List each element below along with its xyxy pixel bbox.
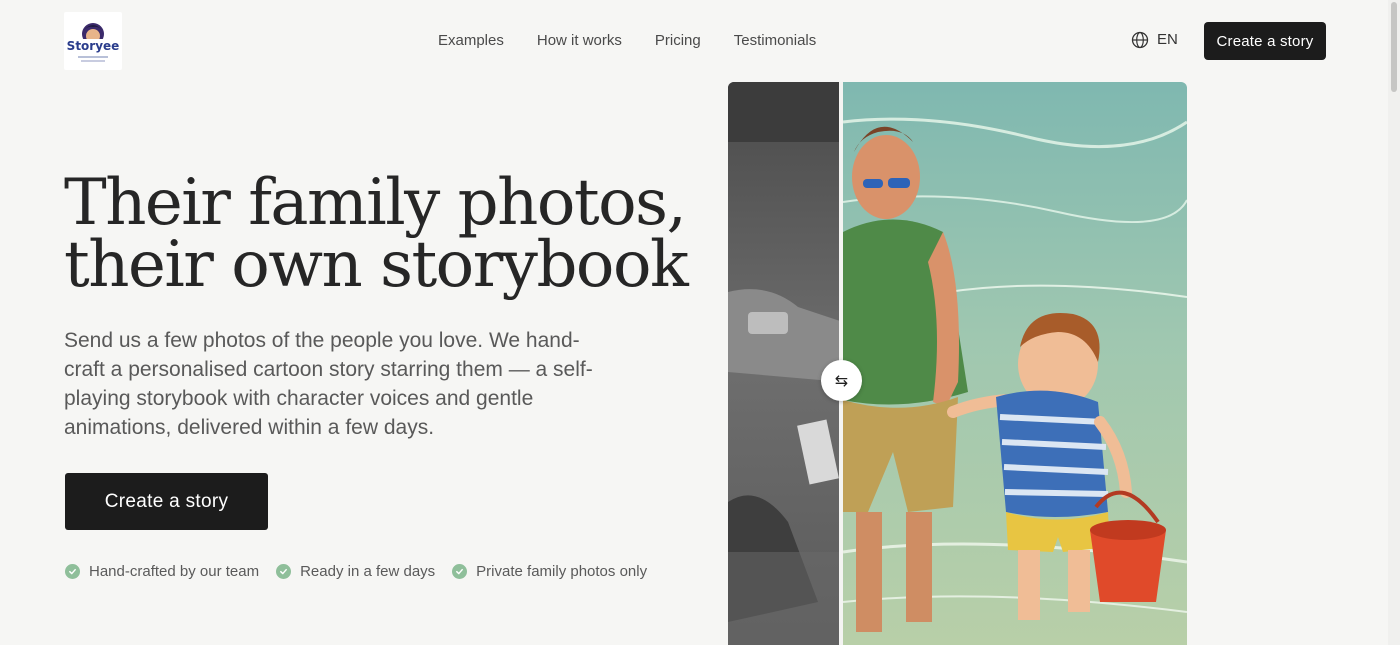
nav-examples[interactable]: Examples: [438, 31, 504, 51]
header-create-story-button[interactable]: Create a story: [1204, 22, 1326, 60]
hero-headline: Their family photos, their own storybook: [64, 166, 704, 302]
nav-testimonials[interactable]: Testimonials: [734, 31, 817, 51]
perk-item: Hand-crafted by our team: [65, 563, 259, 580]
hero-create-story-button[interactable]: Create a story: [65, 473, 268, 530]
perk-label: Ready in a few days: [300, 563, 436, 580]
headline-line-2: their own storybook: [64, 228, 689, 302]
hero-description: Send us a few photos of the people you l…: [64, 329, 593, 439]
perk-item: Ready in a few days: [276, 563, 435, 580]
scrollbar[interactable]: [1388, 0, 1400, 645]
language-selector[interactable]: EN: [1131, 30, 1178, 50]
perks-list: Hand-crafted by our team Ready in a few …: [65, 563, 664, 580]
perk-label: Private family photos only: [476, 563, 648, 580]
main-nav: Examples How it works Pricing Testimonia…: [438, 31, 849, 51]
swap-arrows-icon: ⇆: [834, 371, 849, 390]
nav-how-it-works[interactable]: How it works: [537, 31, 622, 51]
page: Storyee Examples How it works Pricing Te…: [0, 0, 1400, 645]
language-code: EN: [1157, 31, 1178, 48]
svg-text:Storyee: Storyee: [67, 39, 120, 53]
storyee-logo[interactable]: Storyee: [64, 12, 122, 70]
perk-label: Hand-crafted by our team: [89, 563, 260, 580]
check-circle-icon: [276, 564, 292, 579]
headline-line-1: Their family photos,: [64, 166, 687, 240]
original-photo: [728, 82, 843, 645]
before-after-image-compare[interactable]: [728, 82, 1187, 645]
check-circle-icon: [65, 564, 80, 579]
scrollbar-thumb[interactable]: [1391, 2, 1397, 92]
perk-item: Private family photos only: [452, 563, 647, 580]
nav-pricing[interactable]: Pricing: [655, 31, 701, 51]
globe-icon: [1131, 31, 1149, 49]
illustrated-storybook-image: [842, 82, 1187, 645]
check-circle-icon: [452, 564, 468, 579]
compare-slider-handle[interactable]: ⇆: [821, 360, 862, 401]
